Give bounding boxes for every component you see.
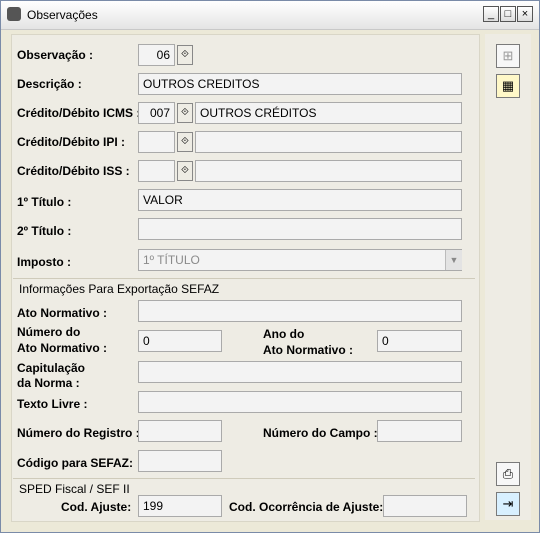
cod-ocorrencia-field[interactable] <box>383 495 467 517</box>
tree-icon[interactable]: ⊞ <box>496 44 520 68</box>
sefaz-section-title: Informações Para Exportação SEFAZ <box>19 282 220 296</box>
numero-registro-label: Número do Registro : <box>17 426 140 440</box>
credito-ipi-label: Crédito/Débito IPI : <box>17 135 125 149</box>
capitulacao-label-line1: Capitulação <box>17 361 86 375</box>
observacao-label: Observação : <box>17 48 94 62</box>
cod-ajuste-field[interactable]: 199 <box>138 495 222 517</box>
numero-ato-label-line1: Número do <box>17 325 81 339</box>
imposto-label: Imposto : <box>17 255 71 269</box>
texto-livre-field[interactable] <box>138 391 462 413</box>
sped-section-title: SPED Fiscal / SEF II <box>19 482 130 496</box>
credito-iss-label: Crédito/Débito ISS : <box>17 164 130 178</box>
credito-ipi-code-field[interactable] <box>138 131 175 153</box>
chevron-down-icon[interactable]: ▼ <box>445 250 462 270</box>
divider <box>13 478 475 479</box>
credito-iss-desc-field[interactable] <box>195 160 462 182</box>
descricao-label: Descrição : <box>17 77 82 91</box>
numero-ato-label-line2: Ato Normativo : <box>17 341 107 355</box>
maximize-icon[interactable]: □ <box>500 6 516 22</box>
side-toolbar <box>485 34 531 520</box>
texto-livre-label: Texto Livre : <box>17 397 88 411</box>
credito-icms-search-icon[interactable]: ⟐ <box>177 103 193 123</box>
titulo2-label: 2º Título : <box>17 224 72 238</box>
credito-ipi-search-icon[interactable]: ⟐ <box>177 132 193 152</box>
credito-iss-search-icon[interactable]: ⟐ <box>177 161 193 181</box>
window: Observações _ □ × Observação : 06 ⟐ Desc… <box>0 0 540 533</box>
numero-ato-field[interactable]: 0 <box>138 330 222 352</box>
credito-icms-label: Crédito/Débito ICMS : <box>17 106 141 120</box>
credito-icms-code-field[interactable]: 007 <box>138 102 175 124</box>
titlebar: Observações _ □ × <box>1 1 539 30</box>
ano-ato-field[interactable]: 0 <box>377 330 462 352</box>
credito-iss-code-field[interactable] <box>138 160 175 182</box>
descricao-field[interactable]: OUTROS CREDITOS <box>138 73 462 95</box>
numero-campo-label: Número do Campo : <box>263 426 378 440</box>
print-icon[interactable]: ⎙ <box>496 462 520 486</box>
ano-ato-label-line2: Ato Normativo : <box>263 343 353 357</box>
ato-normativo-field[interactable] <box>138 300 462 322</box>
titulo1-label: 1º Título : <box>17 195 72 209</box>
exit-icon[interactable]: ⇥ <box>496 492 520 516</box>
titulo2-field[interactable] <box>138 218 462 240</box>
close-icon[interactable]: × <box>517 6 533 22</box>
codigo-sefaz-field[interactable] <box>138 450 222 472</box>
titulo1-field[interactable]: VALOR <box>138 189 462 211</box>
numero-registro-field[interactable] <box>138 420 222 442</box>
credito-ipi-desc-field[interactable] <box>195 131 462 153</box>
numero-campo-field[interactable] <box>377 420 462 442</box>
cod-ajuste-label: Cod. Ajuste: <box>61 500 132 514</box>
capitulacao-field[interactable] <box>138 361 462 383</box>
observacao-field[interactable]: 06 <box>138 44 175 66</box>
window-title: Observações <box>27 8 98 22</box>
observacao-search-icon[interactable]: ⟐ <box>177 45 193 65</box>
divider <box>13 278 475 279</box>
app-icon <box>7 7 21 21</box>
credito-icms-desc-field[interactable]: OUTROS CRÉDITOS <box>195 102 462 124</box>
ano-ato-label-line1: Ano do <box>263 327 305 341</box>
ato-normativo-label: Ato Normativo : <box>17 306 107 320</box>
capitulacao-label-line2: da Norma : <box>17 376 80 390</box>
minimize-icon[interactable]: _ <box>483 6 499 22</box>
cod-ocorrencia-label: Cod. Ocorrência de Ajuste: <box>229 500 384 514</box>
codigo-sefaz-label: Código para SEFAZ: <box>17 456 134 470</box>
imposto-select[interactable]: 1º TÍTULO <box>138 249 462 271</box>
table-icon[interactable]: ▦ <box>496 74 520 98</box>
